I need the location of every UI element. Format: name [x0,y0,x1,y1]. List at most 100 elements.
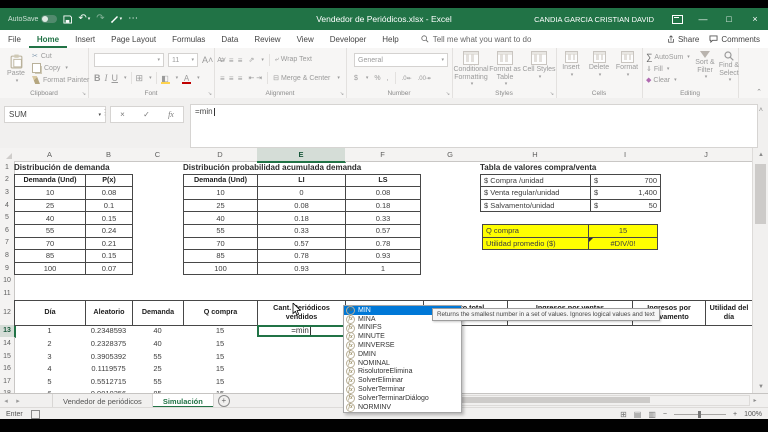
table-cell[interactable]: 0.57 [258,238,346,251]
autocomplete-item-minute[interactable]: fxMINUTE [344,332,461,341]
values-title[interactable]: Tabla de valores compra/venta [480,161,596,174]
save-button[interactable] [63,15,72,24]
row-header-16[interactable]: 16 [0,362,15,376]
row-header-9[interactable]: 9 [0,262,15,276]
table-cell[interactable]: 10 [15,187,86,200]
cut-button[interactable]: ✂Cut [32,52,89,60]
table-cell[interactable]: 100 [184,263,258,276]
close-button[interactable]: × [742,8,768,30]
accessibility-checker-icon[interactable] [31,410,40,419]
sim-data-cell[interactable]: 25 [132,362,183,375]
table-cell[interactable]: 70 [15,238,86,251]
share-button[interactable]: Share [667,35,699,44]
conditional-formatting-button[interactable]: Conditional Formatting▾ [452,51,490,88]
formula-bar-collapse-button[interactable]: ˄ [759,107,763,114]
table-cell[interactable]: 40 [15,212,86,225]
ribbon-tab-formulas[interactable]: Formulas [164,30,213,48]
column-header-J[interactable]: J [660,148,752,162]
table-cell[interactable]: Demanda (Und) [15,175,86,188]
cell-styles-button[interactable]: Cell Styles▾ [520,51,558,80]
sim-data-cell[interactable]: 4 [14,362,85,375]
table-cell[interactable]: 0.1 [86,200,133,213]
indent-icons[interactable]: ⇤ ⇥ [248,74,262,82]
sim-data-cell[interactable]: 15 [183,375,257,388]
table-cell[interactable]: 0.18 [346,200,421,213]
table-cell[interactable]: 0.57 [346,225,421,238]
sim-header-cell[interactable]: Cant. Periódicos vendidos [258,301,346,326]
paste-button[interactable]: Paste▾ [3,51,29,87]
vertical-scrollbar[interactable]: ▲ ▼ [752,148,768,393]
minimize-button[interactable]: — [690,8,716,30]
sim-data-cell[interactable]: 2 [14,337,85,350]
scroll-down-icon[interactable]: ▼ [753,380,768,393]
table-cell[interactable]: 0.18 [258,212,346,225]
row-header-14[interactable]: 14 [0,337,15,351]
copy-button[interactable]: Copy▾ [32,63,89,73]
cumulative-title[interactable]: Distribución probabilidad acumulada dema… [183,161,361,174]
row-header-8[interactable]: 8 [0,249,15,263]
row-header-5[interactable]: 5 [0,211,15,225]
pen-button[interactable]: ▾ [111,15,123,23]
undo-button[interactable]: ↶▾ [78,14,90,24]
page-break-view-icon[interactable]: ▥ [648,410,656,419]
qat-more-button[interactable]: ⋯ [128,14,138,24]
table-cell[interactable]: $50 [591,200,661,213]
table-cell[interactable]: 1 [346,263,421,276]
table-cell[interactable]: 0.78 [346,238,421,251]
table-cell[interactable]: 0.24 [86,225,133,238]
name-box[interactable]: SUM▾ [4,106,106,123]
comma-style-icon[interactable]: , [387,75,389,82]
column-header-H[interactable]: H [480,148,591,162]
clear-button[interactable]: ◆Clear▾ [646,76,690,84]
table-cell[interactable]: 0.15 [86,212,133,225]
sim-data-cell[interactable]: 5 [14,375,85,388]
sheet-tab-vendedor-de-periódicos[interactable]: Vendedor de periódicos [52,394,153,408]
table-cell[interactable]: 0.21 [86,238,133,251]
scroll-up-icon[interactable]: ▲ [753,148,768,161]
table-cell[interactable]: $ Salvamento/unidad [481,200,591,213]
table-cell[interactable]: $700 [591,175,661,188]
column-header-B[interactable]: B [85,148,133,162]
table-cell[interactable]: P(x) [86,175,133,188]
ribbon-tab-view[interactable]: View [289,30,322,48]
sim-data-cell[interactable]: 15 [183,350,257,363]
table-cell[interactable]: 85 [184,250,258,263]
format-as-table-button[interactable]: Format as Table▾ [486,51,524,88]
sheet-tab-simulación[interactable]: Simulación [153,394,214,408]
find-select-button[interactable]: Find & Select▾ [714,51,744,84]
sim-data-cell[interactable]: 1 [14,325,85,338]
sim-data-cell[interactable]: 40 [132,337,183,350]
restore-button[interactable]: □ [716,8,742,30]
column-header-F[interactable]: F [345,148,421,162]
table-cell[interactable]: 0.15 [86,250,133,263]
table-cell[interactable]: 85 [15,250,86,263]
ribbon-tab-developer[interactable]: Developer [322,30,374,48]
sim-data-cell[interactable]: 15 [183,362,257,375]
table-cell[interactable]: 25 [184,200,258,213]
table-cell[interactable]: 55 [184,225,258,238]
row-header-12[interactable]: 12 [0,300,15,326]
ribbon-tab-file[interactable]: File [0,30,29,48]
wrap-text-button[interactable]: ⤶ Wrap Text [275,56,312,64]
table-cell[interactable]: 15 [589,225,658,238]
active-cell-E13[interactable]: =min [257,325,345,338]
table-cell[interactable]: 70 [184,238,258,251]
table-cell[interactable]: 0.33 [346,212,421,225]
autosum-button[interactable]: ∑AutoSum▾ [646,52,690,62]
number-format-select[interactable]: General▾ [354,53,448,67]
zoom-slider[interactable] [674,414,726,415]
table-cell[interactable]: 0.33 [258,225,346,238]
zoom-out-button[interactable]: − [663,411,667,418]
formula-input[interactable]: =min [190,104,758,148]
sheet-nav-left-icon[interactable]: ◂ [0,394,12,408]
format-cells-button[interactable]: Format▾ [614,51,640,78]
decrease-decimal-icon[interactable]: .00↠ [418,75,431,82]
underline-button[interactable]: U [112,73,119,83]
row-header-7[interactable]: 7 [0,237,15,251]
demand-title[interactable]: Distribución de demanda [14,161,110,174]
ribbon-tab-data[interactable]: Data [213,30,246,48]
column-header-A[interactable]: A [14,148,86,162]
sim-data-cell[interactable]: 0.2328375 [85,337,132,350]
sim-header-cell[interactable]: Utilidad del día [706,301,752,326]
table-cell[interactable]: 100 [15,263,86,276]
